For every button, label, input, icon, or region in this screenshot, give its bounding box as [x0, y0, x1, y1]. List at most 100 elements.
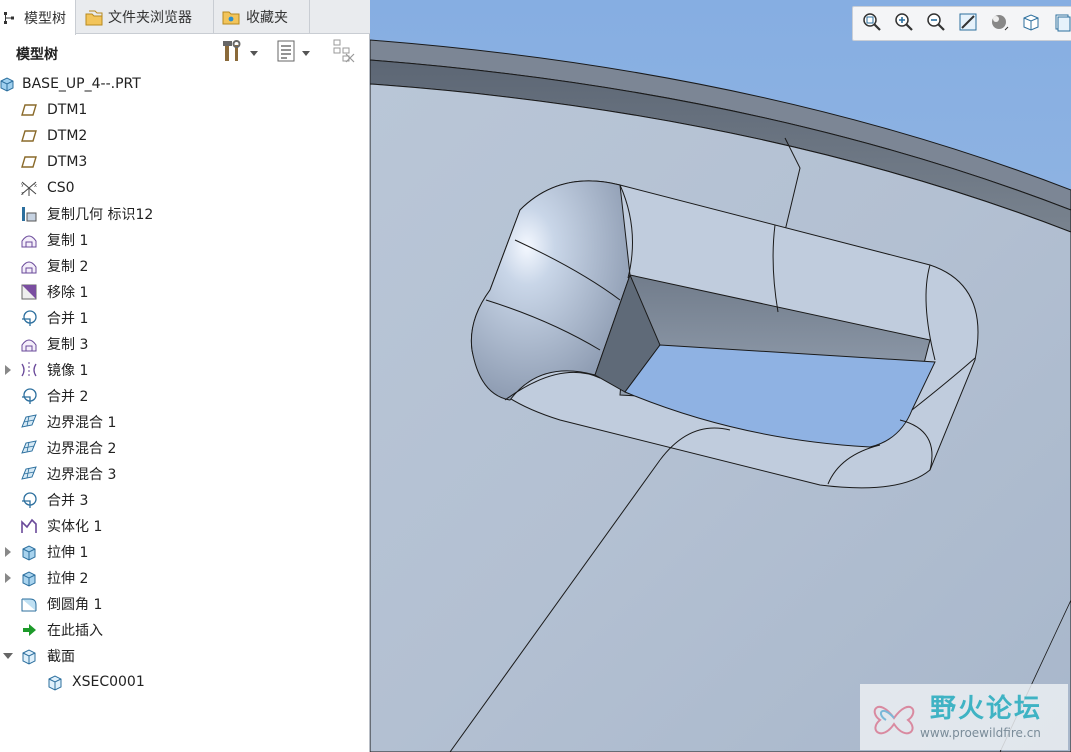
- tree-item-label: DTM3: [47, 154, 88, 170]
- tree-item-label: DTM2: [47, 128, 88, 144]
- tree-columns-dropdown[interactable]: [276, 40, 310, 66]
- tree-settings-dropdown[interactable]: [222, 40, 258, 66]
- tree-item[interactable]: 合并 3: [0, 487, 370, 513]
- tab-model-tree[interactable]: 模型树: [0, 0, 76, 35]
- tree-item-label: 拉伸 1: [47, 545, 89, 561]
- boundary-blend-icon: [20, 439, 38, 457]
- view-manager-icon: [1052, 11, 1071, 37]
- mirror-icon: [20, 361, 38, 379]
- tree-item[interactable]: 实体化 1: [0, 513, 370, 539]
- copy-geometry-icon: [20, 205, 38, 223]
- copy-surface-icon: [20, 257, 38, 275]
- tree-item-label: 移除 1: [47, 285, 89, 301]
- forum-watermark: 野火论坛 www.proewildfire.cn: [860, 684, 1068, 750]
- boundary-blend-icon: [20, 465, 38, 483]
- tree-item[interactable]: DTM2: [0, 123, 370, 149]
- display-style-button[interactable]: [986, 11, 1012, 37]
- tree-item[interactable]: 边界混合 2: [0, 435, 370, 461]
- repaint-button[interactable]: [955, 11, 981, 37]
- tree-item[interactable]: 复制 3: [0, 331, 370, 357]
- tree-item[interactable]: 镜像 1: [0, 357, 370, 383]
- tree-item-label: 截面: [47, 649, 75, 665]
- expand-down-arrow-icon[interactable]: [3, 650, 13, 662]
- tree-item[interactable]: 拉伸 1: [0, 539, 370, 565]
- watermark-url: www.proewildfire.cn: [920, 726, 1041, 740]
- tree-item-label: 复制 1: [47, 233, 89, 249]
- tree-item-label: 合并 1: [47, 311, 89, 327]
- datum-plane-icon: [20, 127, 38, 145]
- tree-item[interactable]: 边界混合 1: [0, 409, 370, 435]
- repaint-icon: [957, 11, 979, 37]
- tree-item[interactable]: 复制几何 标识12: [0, 201, 370, 227]
- tree-filter-icon: [332, 38, 358, 68]
- tree-item[interactable]: BASE_UP_4--.PRT: [0, 71, 370, 97]
- extrude-icon: [20, 569, 38, 587]
- tree-item[interactable]: 边界混合 3: [0, 461, 370, 487]
- tree-item[interactable]: 复制 2: [0, 253, 370, 279]
- view-toolbar: [852, 6, 1071, 41]
- tree-item[interactable]: DTM1: [0, 97, 370, 123]
- model-tree-panel: 模型树 文件夹浏览器 收藏夹 模型树 BASE_UP_4--.PRT DTM1 …: [0, 0, 370, 752]
- expand-right-arrow-icon[interactable]: [3, 364, 13, 376]
- tree-item-label: 边界混合 1: [47, 415, 117, 431]
- model-tree: BASE_UP_4--.PRT DTM1 DTM2 DTM3 y z x CS0 复制几何 标识…: [0, 71, 370, 695]
- svg-text:x: x: [34, 183, 37, 189]
- favorites-icon: [222, 9, 240, 25]
- tree-item-label: XSEC0001: [72, 674, 145, 690]
- expand-right-arrow-icon[interactable]: [3, 546, 13, 558]
- copy-surface-icon: [20, 335, 38, 353]
- model-tree-icon: [0, 10, 18, 26]
- tree-item-label: 倒圆角 1: [47, 597, 103, 613]
- zoom-out-icon: [925, 11, 947, 37]
- graphics-viewport[interactable]: [370, 0, 1071, 752]
- tree-item[interactable]: 复制 1: [0, 227, 370, 253]
- view-manager-button[interactable]: [1050, 11, 1071, 37]
- insert-here-arrow-icon: [20, 621, 38, 639]
- tree-item[interactable]: 移除 1: [0, 279, 370, 305]
- zoom-in-button[interactable]: [891, 11, 917, 37]
- tree-item[interactable]: 拉伸 2: [0, 565, 370, 591]
- extrude-icon: [20, 543, 38, 561]
- tab-label: 模型树: [24, 10, 66, 27]
- solidify-icon: [20, 517, 38, 535]
- tree-item-label: 拉伸 2: [47, 571, 89, 587]
- display-style-icon: [988, 11, 1010, 37]
- section-folder-icon: [20, 647, 38, 665]
- tree-item[interactable]: 截面: [0, 643, 370, 669]
- zoom-out-button[interactable]: [923, 11, 949, 37]
- tab-folder-browser[interactable]: 文件夹浏览器: [76, 0, 214, 34]
- tree-item[interactable]: DTM3: [0, 149, 370, 175]
- remove-icon: [20, 283, 38, 301]
- svg-text:z: z: [21, 191, 24, 197]
- svg-text:y: y: [21, 182, 24, 188]
- tree-item[interactable]: 在此插入: [0, 617, 370, 643]
- merge-icon: [20, 309, 38, 327]
- tree-item[interactable]: y z x CS0: [0, 175, 370, 201]
- tree-item-label: 复制 2: [47, 259, 89, 275]
- chevron-down-icon: [302, 50, 310, 56]
- tree-item[interactable]: 合并 1: [0, 305, 370, 331]
- tree-item-label: 实体化 1: [47, 519, 103, 535]
- datum-plane-icon: [20, 153, 38, 171]
- saved-views-button[interactable]: [1018, 11, 1044, 37]
- tab-favorites[interactable]: 收藏夹: [214, 0, 310, 34]
- zoom-in-icon: [893, 11, 915, 37]
- boundary-blend-icon: [20, 413, 38, 431]
- tree-item-label: 边界混合 2: [47, 441, 117, 457]
- zoom-fit-icon: [861, 11, 883, 37]
- list-settings-icon: [276, 39, 296, 67]
- tree-item[interactable]: 合并 2: [0, 383, 370, 409]
- tree-item[interactable]: XSEC0001: [0, 669, 370, 695]
- zoom-fit-button[interactable]: [859, 11, 885, 37]
- part-icon: [0, 75, 16, 93]
- tree-filter-button[interactable]: [332, 38, 358, 68]
- tree-item[interactable]: 倒圆角 1: [0, 591, 370, 617]
- tab-label: 收藏夹: [246, 10, 288, 26]
- tree-header: 模型树: [0, 34, 370, 70]
- tab-bar: 模型树 文件夹浏览器 收藏夹: [0, 0, 370, 35]
- round-icon: [20, 595, 38, 613]
- datum-plane-icon: [20, 101, 38, 119]
- model-3d-view[interactable]: [370, 0, 1071, 752]
- expand-right-arrow-icon[interactable]: [3, 572, 13, 584]
- tree-item-label: 在此插入: [47, 623, 103, 639]
